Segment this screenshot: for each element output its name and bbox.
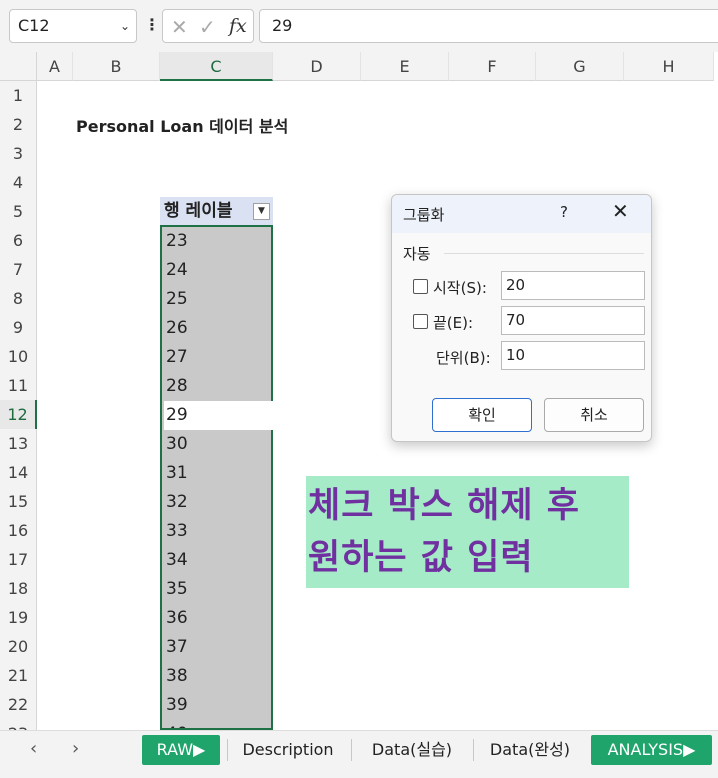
row-header[interactable]: 5 <box>0 197 37 226</box>
row-header[interactable]: 2 <box>0 110 37 139</box>
row-header[interactable]: 16 <box>0 516 37 545</box>
pivot-cell[interactable]: 37 <box>164 633 273 662</box>
column-header-g[interactable]: G <box>536 52 624 81</box>
unit-label: 단위(B): <box>436 349 491 367</box>
row-header[interactable]: 6 <box>0 226 37 255</box>
tab-description[interactable]: Description <box>236 735 340 765</box>
column-header-d[interactable]: D <box>273 52 361 81</box>
row-header[interactable]: 18 <box>0 574 37 603</box>
annotation-box: 체크 박스 해제 후 원하는 값 입력 <box>306 476 629 588</box>
pivot-cell[interactable]: 40 <box>164 720 273 728</box>
enter-icon[interactable]: ✓ <box>199 15 216 39</box>
row-header[interactable]: 10 <box>0 342 37 371</box>
pivot-cell[interactable]: 35 <box>164 575 273 604</box>
column-header-h[interactable]: H <box>624 52 714 81</box>
prev-sheet-icon[interactable]: ‹ <box>30 738 37 759</box>
row-header[interactable]: 4 <box>0 168 37 197</box>
sheet-title[interactable]: Personal Loan 데이터 분석 <box>76 113 288 137</box>
dialog-title: 그룹화 <box>403 206 445 224</box>
tab-separator <box>227 739 228 761</box>
pivot-cell[interactable]: 39 <box>164 691 273 720</box>
pivot-cell[interactable]: 26 <box>164 314 273 343</box>
sheet-tab-bar: ‹ › RAW▶ Description Data(실습) Data(완성) A… <box>0 730 718 770</box>
tab-separator <box>351 739 352 761</box>
pivot-cell[interactable]: 25 <box>164 285 273 314</box>
row-header[interactable]: 19 <box>0 603 37 632</box>
row-header[interactable]: 20 <box>0 632 37 661</box>
next-sheet-icon[interactable]: › <box>72 738 79 759</box>
pivot-cell[interactable]: 31 <box>164 459 273 488</box>
end-checkbox[interactable] <box>413 314 428 329</box>
name-box[interactable]: C12 ⌄ <box>9 9 137 43</box>
pivot-header-label: 행 레이블 <box>164 201 233 221</box>
pivot-cell[interactable]: 28 <box>164 372 273 401</box>
row-header[interactable]: 9 <box>0 313 37 342</box>
unit-input[interactable]: 10 <box>501 341 645 370</box>
column-header-e[interactable]: E <box>361 52 449 81</box>
start-input[interactable]: 20 <box>501 271 645 300</box>
more-options-icon[interactable]: ⋮ <box>144 16 160 34</box>
formula-input[interactable]: 29 <box>259 9 718 43</box>
pivot-cell[interactable]: 24 <box>164 256 273 285</box>
tab-separator <box>473 739 474 761</box>
tab-raw[interactable]: RAW▶ <box>142 735 220 765</box>
row-header[interactable]: 15 <box>0 487 37 516</box>
filter-dropdown-icon[interactable]: ▼ <box>253 203 270 220</box>
row-header[interactable]: 11 <box>0 371 37 400</box>
pivot-cell[interactable]: 23 <box>164 227 273 256</box>
row-header[interactable]: 14 <box>0 458 37 487</box>
row-header[interactable]: 23 <box>0 719 37 730</box>
column-header-c[interactable]: C <box>160 52 273 81</box>
pivot-cell[interactable]: 30 <box>164 430 273 459</box>
pivot-row-label-header[interactable]: 행 레이블 ▼ <box>160 197 273 225</box>
tab-data-complete[interactable]: Data(완성) <box>478 735 582 765</box>
active-cell[interactable]: 29 <box>164 401 273 430</box>
help-icon[interactable]: ? <box>560 203 568 221</box>
column-header-b[interactable]: B <box>73 52 160 81</box>
annotation-line-1: 체크 박스 해제 후 <box>308 486 580 526</box>
annotation-line-2: 원하는 값 입력 <box>308 538 534 578</box>
row-header[interactable]: 1 <box>0 81 37 110</box>
chevron-down-icon[interactable]: ⌄ <box>120 10 130 42</box>
pivot-cell[interactable]: 33 <box>164 517 273 546</box>
select-all-corner[interactable] <box>0 52 37 81</box>
row-header[interactable]: 22 <box>0 690 37 719</box>
pivot-cell[interactable]: 27 <box>164 343 273 372</box>
pivot-cell[interactable]: 38 <box>164 662 273 691</box>
row-header[interactable]: 3 <box>0 139 37 168</box>
group-divider <box>444 253 644 254</box>
status-bar <box>0 770 718 778</box>
cancel-button[interactable]: 취소 <box>544 398 644 432</box>
row-header[interactable]: 7 <box>0 255 37 284</box>
row-header[interactable]: 13 <box>0 429 37 458</box>
pivot-cell[interactable]: 32 <box>164 488 273 517</box>
insert-function-icon[interactable]: fx <box>229 15 247 37</box>
formula-buttons: ✕ ✓ fx <box>162 9 254 43</box>
close-icon[interactable]: ✕ <box>612 199 629 223</box>
end-input[interactable]: 70 <box>501 306 645 335</box>
start-label: 시작(S): <box>433 279 487 297</box>
pivot-cell[interactable]: 36 <box>164 604 273 633</box>
tab-data-practice[interactable]: Data(실습) <box>360 735 464 765</box>
row-header[interactable]: 17 <box>0 545 37 574</box>
cancel-icon[interactable]: ✕ <box>171 15 188 39</box>
column-header-a[interactable]: A <box>37 52 73 81</box>
grouping-dialog: 그룹화 ? ✕ 자동 시작(S): 20 끝(E): 70 단위(B): 10 … <box>391 194 652 442</box>
pivot-cell[interactable]: 34 <box>164 546 273 575</box>
row-header[interactable]: 8 <box>0 284 37 313</box>
column-header-f[interactable]: F <box>449 52 536 81</box>
formula-bar: C12 ⌄ ⋮ ✕ ✓ fx 29 <box>0 0 718 52</box>
end-label: 끝(E): <box>433 314 474 332</box>
row-header[interactable]: 12 <box>0 400 37 429</box>
ok-button[interactable]: 확인 <box>432 398 532 432</box>
pivot-column: 232425262728293031323334353637383940 <box>160 225 273 730</box>
auto-group-label: 자동 <box>403 245 431 263</box>
row-header[interactable]: 21 <box>0 661 37 690</box>
name-box-value: C12 <box>18 16 50 35</box>
tab-analysis[interactable]: ANALYSIS▶ <box>591 735 712 765</box>
start-checkbox[interactable] <box>413 279 428 294</box>
